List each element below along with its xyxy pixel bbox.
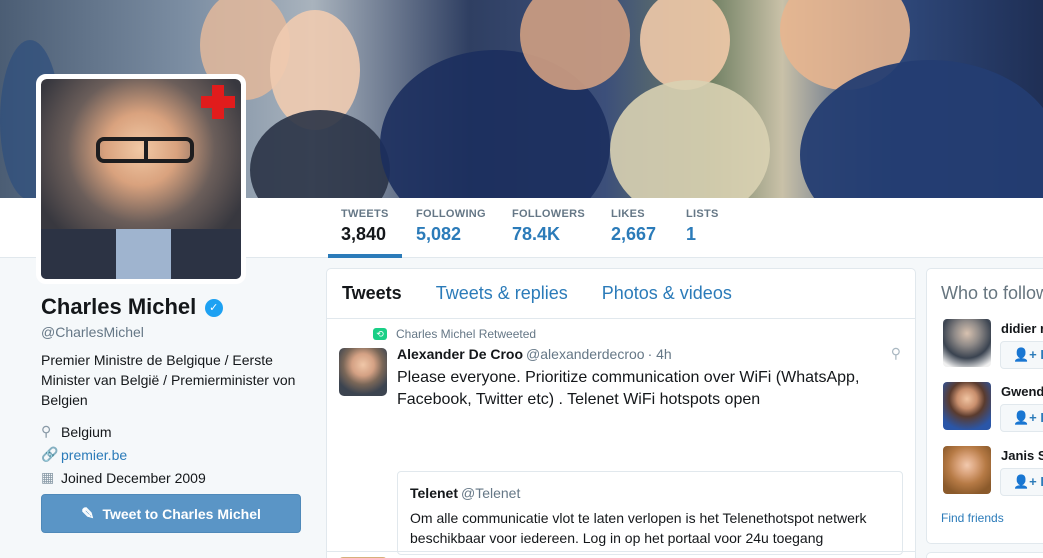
- stat-tweets[interactable]: TWEETS 3,840: [328, 208, 402, 258]
- stat-lists-label: LISTS: [686, 208, 719, 220]
- suggested-user[interactable]: Gwend 👤+ F: [941, 382, 1043, 438]
- profile-name[interactable]: Charles Michel: [41, 294, 196, 320]
- profile-meta: ⚲ Belgium 🔗 premier.be ▦ Joined December…: [41, 420, 311, 489]
- follow-button[interactable]: 👤+ F: [1000, 404, 1043, 432]
- suggested-user[interactable]: Janis S 👤+ F: [941, 446, 1043, 502]
- profile-website-link[interactable]: premier.be: [61, 447, 127, 463]
- tab-tweets[interactable]: Tweets: [342, 283, 402, 304]
- tweet-to-button[interactable]: ✎ Tweet to Charles Michel: [41, 494, 301, 533]
- compose-feather-icon: ✎: [81, 505, 95, 523]
- tweet-timestamp[interactable]: · 4h: [648, 346, 672, 362]
- who-to-follow-title: Who to follow: [941, 283, 1043, 303]
- add-user-icon: 👤+: [1013, 474, 1041, 489]
- suggested-user[interactable]: didier r 👤+ F: [941, 319, 1043, 375]
- tweet-header: Alexander De Croo @alexanderdecroo · 4h: [397, 346, 672, 362]
- quoted-tweet-text: Om alle communicatie vlot te laten verlo…: [410, 510, 867, 546]
- suggested-user-name[interactable]: didier r: [1001, 321, 1043, 336]
- profile-avatar[interactable]: [36, 74, 246, 284]
- tab-tweets-replies[interactable]: Tweets & replies: [436, 283, 568, 304]
- follow-button[interactable]: 👤+ F: [1000, 341, 1043, 369]
- tab-photos-videos[interactable]: Photos & videos: [602, 283, 732, 304]
- follow-button[interactable]: 👤+ F: [1000, 468, 1043, 496]
- quoted-tweet-author: Telenet: [410, 485, 458, 501]
- stat-following[interactable]: FOLLOWING 5,082: [416, 208, 486, 258]
- who-to-follow-module: Who to follow didier r 👤+ F Gwend 👤+ F J…: [926, 268, 1043, 544]
- tweet-author-handle[interactable]: @alexanderdecroo: [526, 346, 645, 362]
- next-sidebar-module: [926, 552, 1043, 558]
- stat-following-label: FOLLOWING: [416, 208, 486, 220]
- timeline: Tweets Tweets & replies Photos & videos …: [326, 268, 916, 558]
- stat-followers-value: 78.4K: [512, 224, 561, 244]
- profile-location: Belgium: [61, 423, 112, 440]
- avatar-photo: [41, 79, 241, 279]
- stat-following-value: 5,082: [416, 224, 462, 244]
- stat-likes[interactable]: LIKES 2,667: [611, 208, 656, 258]
- tweet-item[interactable]: ⟲ Charles Michel Retweeted Alexander De …: [327, 320, 915, 555]
- add-user-icon: 👤+: [1013, 410, 1041, 425]
- profile-joined-date: Joined December 2009: [61, 469, 206, 486]
- retweet-context: ⟲ Charles Michel Retweeted: [373, 327, 536, 341]
- quoted-tweet[interactable]: Telenet @Telenet Om alle communicatie vlo…: [397, 471, 903, 555]
- stat-lists-value: 1: [686, 224, 697, 244]
- retweet-icon: ⟲: [373, 328, 387, 340]
- suggested-user-avatar[interactable]: [943, 382, 991, 430]
- red-cross-icon: [201, 85, 235, 119]
- location-pin-icon: ⚲: [41, 423, 52, 439]
- retweeted-by-text[interactable]: Charles Michel Retweeted: [396, 327, 536, 341]
- suggested-user-name[interactable]: Gwend: [1001, 384, 1043, 399]
- calendar-icon: ▦: [41, 469, 55, 485]
- add-user-icon: 👤+: [1013, 347, 1041, 362]
- stat-likes-label: LIKES: [611, 208, 645, 220]
- link-icon: 🔗: [41, 446, 59, 462]
- profile-handle[interactable]: @CharlesMichel: [41, 324, 311, 340]
- timeline-tabs: Tweets Tweets & replies Photos & videos: [327, 269, 915, 319]
- tweet-author-avatar[interactable]: [339, 348, 387, 396]
- profile-card: Charles Michel ✓ @CharlesMichel Premier …: [41, 294, 311, 489]
- tweet-to-label: Tweet to Charles Michel: [102, 505, 261, 522]
- stat-followers[interactable]: FOLLOWERS 78.4K: [512, 208, 585, 258]
- stat-tweets-label: TWEETS: [341, 208, 389, 220]
- stat-lists[interactable]: LISTS 1: [686, 208, 719, 258]
- verified-badge-icon: ✓: [204, 299, 223, 317]
- tweet-text: Please everyone. Prioritize communicatio…: [397, 369, 860, 408]
- stat-followers-label: FOLLOWERS: [512, 208, 585, 220]
- geo-location-icon[interactable]: ⚲: [891, 345, 901, 362]
- quoted-tweet-handle: @Telenet: [460, 485, 521, 501]
- suggested-user-avatar[interactable]: [943, 319, 991, 367]
- find-friends-link[interactable]: Find friends: [941, 511, 1004, 525]
- stat-likes-value: 2,667: [611, 224, 657, 244]
- tweet-author-name[interactable]: Alexander De Croo: [397, 346, 523, 362]
- suggested-user-avatar[interactable]: [943, 446, 991, 494]
- profile-bio: Premier Ministre de Belgique / Eerste Mi…: [41, 352, 296, 408]
- suggested-user-name[interactable]: Janis S: [1001, 448, 1043, 463]
- stat-tweets-value: 3,840: [341, 224, 387, 244]
